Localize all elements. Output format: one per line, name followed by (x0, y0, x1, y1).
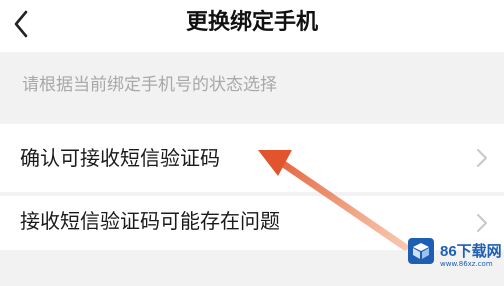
option-label: 确认可接收短信验证码 (20, 146, 220, 170)
option-label: 接收短信验证码可能存在问题 (20, 209, 280, 233)
nav-bar: 更换绑定手机 (0, 0, 504, 52)
option-can-receive-sms[interactable]: 确认可接收短信验证码 (0, 124, 504, 192)
cube-logo-icon (408, 238, 434, 264)
watermark: 86下载网 www.86xz.com (400, 228, 502, 282)
watermark-url: www.86xz.com (440, 260, 493, 268)
watermark-text: 86下载网 (440, 243, 502, 260)
hint-section: 请根据当前绑定手机号的状态选择 (0, 52, 504, 120)
page-title: 更换绑定手机 (185, 10, 318, 35)
chevron-right-icon (477, 149, 487, 167)
hint-text: 请根据当前绑定手机号的状态选择 (22, 75, 277, 95)
